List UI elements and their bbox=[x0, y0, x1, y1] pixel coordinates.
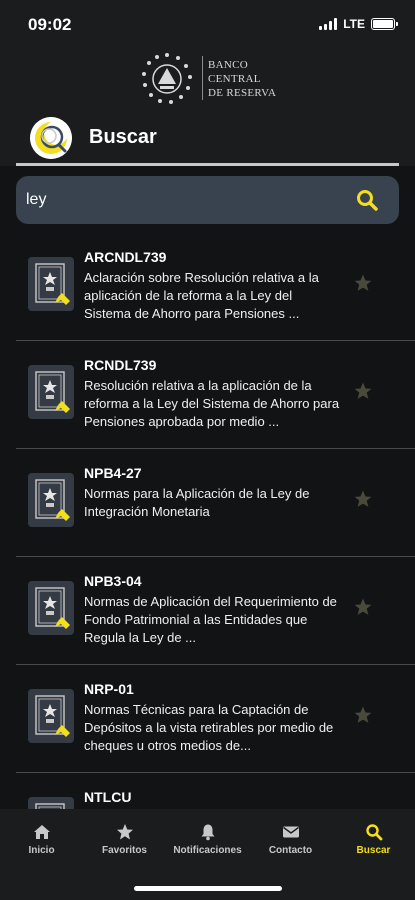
brand-line-1: BANCO bbox=[208, 59, 249, 71]
result-item[interactable]: NTLCU Normas Técnicas para la Aplicación… bbox=[16, 773, 415, 809]
tab-label: Contacto bbox=[268, 845, 313, 856]
document-icon bbox=[28, 797, 74, 809]
result-code: NPB3-04 bbox=[84, 573, 142, 589]
bell-icon bbox=[201, 824, 214, 841]
star-icon bbox=[116, 824, 133, 840]
search-icon bbox=[365, 824, 382, 841]
tab-buscar[interactable]: Buscar bbox=[332, 823, 415, 863]
document-icon bbox=[28, 365, 74, 419]
document-icon bbox=[28, 581, 74, 635]
search-box bbox=[16, 176, 399, 224]
tab-inicio[interactable]: Inicio bbox=[0, 823, 83, 863]
results-list: ARCNDL739 Aclaración sobre Resolución re… bbox=[16, 233, 415, 809]
tab-label: Notificaciones bbox=[173, 845, 242, 856]
result-code: NPB4-27 bbox=[84, 465, 142, 481]
result-description: Normas Técnicas para la Captación de Dep… bbox=[84, 702, 334, 753]
brand-line-3: DE RESERVA bbox=[208, 87, 277, 99]
page-title: Buscar bbox=[89, 126, 157, 148]
result-description: Normas de Aplicación del Requerimiento d… bbox=[84, 594, 337, 645]
result-code: NRP-01 bbox=[84, 681, 134, 697]
app-logo bbox=[30, 117, 72, 159]
tab-label: Inicio bbox=[28, 845, 55, 856]
battery-icon bbox=[371, 18, 398, 30]
result-description: Resolución relativa a la aplicación de l… bbox=[84, 378, 340, 429]
result-code: RCNDL739 bbox=[84, 357, 157, 373]
favorite-star-icon[interactable] bbox=[353, 597, 373, 617]
search-button[interactable] bbox=[355, 188, 379, 212]
brand-name: BANCO CENTRAL DE RESERVA bbox=[208, 58, 276, 100]
home-indicator bbox=[134, 886, 282, 891]
status-bar: 09:02 LTE bbox=[0, 0, 415, 46]
document-icon bbox=[28, 473, 74, 527]
favorite-star-icon[interactable] bbox=[353, 273, 373, 293]
header-divider bbox=[16, 163, 399, 166]
brand-divider bbox=[202, 56, 203, 100]
tab-notificaciones[interactable]: Notificaciones bbox=[166, 823, 249, 863]
tab-label: Buscar bbox=[356, 845, 391, 856]
document-icon bbox=[28, 257, 74, 311]
bank-seal-logo bbox=[142, 53, 192, 104]
home-icon bbox=[33, 825, 50, 839]
result-item[interactable]: NPB3-04 Normas de Aplicación del Requeri… bbox=[16, 557, 415, 665]
search-input[interactable] bbox=[26, 182, 346, 218]
result-item[interactable]: NPB4-27 Normas para la Aplicación de la … bbox=[16, 449, 415, 557]
brand-line-2: CENTRAL bbox=[208, 73, 261, 85]
brand-bar: BANCO CENTRAL DE RESERVA bbox=[0, 46, 415, 108]
signal-icon bbox=[319, 18, 338, 30]
status-indicators: LTE bbox=[319, 17, 398, 31]
document-icon bbox=[28, 689, 74, 743]
result-item[interactable]: RCNDL739 Resolución relativa a la aplica… bbox=[16, 341, 415, 449]
favorite-star-icon[interactable] bbox=[353, 489, 373, 509]
result-item[interactable]: ARCNDL739 Aclaración sobre Resolución re… bbox=[16, 233, 415, 341]
tab-favoritos[interactable]: Favoritos bbox=[83, 823, 166, 863]
result-code: NTLCU bbox=[84, 789, 132, 805]
result-item[interactable]: NRP-01 Normas Técnicas para la Captación… bbox=[16, 665, 415, 773]
result-description: Normas para la Aplicación de la Ley de I… bbox=[84, 486, 310, 519]
tab-label: Favoritos bbox=[101, 845, 147, 856]
result-code: ARCNDL739 bbox=[84, 249, 167, 265]
result-description: Aclaración sobre Resolución relativa a l… bbox=[84, 270, 319, 321]
mail-icon bbox=[282, 826, 299, 838]
favorite-star-icon[interactable] bbox=[353, 381, 373, 401]
status-time: 09:02 bbox=[28, 15, 72, 34]
page-header: Buscar bbox=[0, 108, 415, 166]
network-label: LTE bbox=[343, 17, 365, 31]
tab-contacto[interactable]: Contacto bbox=[249, 823, 332, 863]
favorite-star-icon[interactable] bbox=[353, 705, 373, 725]
